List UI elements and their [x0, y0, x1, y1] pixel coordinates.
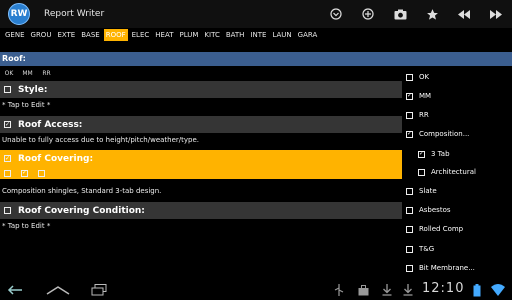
tab-gara[interactable]: GARA	[296, 29, 320, 41]
checkbox-rr[interactable]	[38, 169, 45, 177]
option-label: T&G	[419, 245, 435, 253]
option-checkbox[interactable]	[406, 225, 413, 233]
option-label: Architectural	[431, 168, 476, 176]
app-logo-icon: RW	[8, 3, 30, 25]
option-label: Slate	[419, 187, 437, 195]
option-item[interactable]: Asbestos	[406, 204, 451, 216]
recent-apps-icon[interactable]	[88, 284, 110, 296]
tab-laun[interactable]: LAUN	[270, 29, 293, 41]
option-item[interactable]: RR	[406, 109, 429, 121]
briefcase-icon	[356, 284, 370, 296]
tab-grou[interactable]: GROU	[29, 29, 54, 41]
tab-roof[interactable]: ROOF	[103, 29, 128, 41]
option-label: Composition...	[419, 130, 470, 138]
section-header: Roof:	[0, 52, 512, 66]
item-text[interactable]: * Tap to Edit *	[2, 222, 50, 230]
option-label: Rolled Comp	[419, 225, 464, 233]
tab-exte[interactable]: EXTE	[55, 29, 77, 41]
options-list: OK ✓ MM RR ✓ Composition... ✓ 3 Tab Architectura…	[402, 68, 512, 280]
option-checkbox[interactable]	[406, 264, 413, 272]
option-checkbox[interactable]: ✓	[406, 92, 413, 100]
option-label: OK	[419, 73, 430, 81]
tab-bath[interactable]: BATH	[224, 29, 247, 41]
column-header-rr: RR	[42, 70, 51, 77]
tab-gene[interactable]: GENE	[3, 29, 27, 41]
tab-heat[interactable]: HEAT	[153, 29, 175, 41]
download-icon	[401, 284, 415, 296]
option-item[interactable]: OK	[406, 71, 429, 83]
system-clock: 12:10	[422, 281, 465, 296]
option-checkbox[interactable]	[406, 187, 413, 195]
wifi-icon	[490, 284, 506, 296]
app-title: Report Writer	[44, 9, 105, 19]
category-tabs: GENE GROU EXTE BASE ROOF ELEC HEAT PLUM KITC BATH…	[0, 28, 512, 42]
report-items-pane: OK MM RR Style: * Tap to Edit * ✓ Roof A…	[0, 68, 402, 280]
tab-plum[interactable]: PLUM	[177, 29, 200, 41]
item-header-roof-access[interactable]: ✓ Roof Access:	[0, 116, 402, 133]
tab-kitc[interactable]: KITC	[202, 29, 221, 41]
option-checkbox[interactable]: ✓	[406, 130, 413, 138]
option-label: RR	[419, 111, 429, 119]
item-title: Roof Covering:	[18, 153, 94, 164]
option-label: 3 Tab	[431, 150, 450, 158]
item-text[interactable]: * Tap to Edit *	[2, 101, 50, 109]
back-icon[interactable]	[44, 284, 72, 296]
option-checkbox[interactable]: ✓	[418, 150, 425, 158]
action-bar	[320, 0, 512, 28]
item-text[interactable]: Unable to fully access due to height/pit…	[2, 136, 199, 144]
option-item[interactable]: Rolled Comp	[406, 223, 463, 235]
option-checkbox[interactable]	[406, 206, 413, 214]
option-label: Asbestos	[419, 206, 451, 214]
tab-base[interactable]: BASE	[79, 29, 101, 41]
item-text[interactable]: Composition shingles, Standard 3-tab des…	[2, 187, 161, 195]
tab-elec[interactable]: ELEC	[130, 29, 152, 41]
fast-forward-icon[interactable]	[480, 0, 512, 28]
option-checkbox[interactable]	[406, 111, 413, 119]
checkbox-ok[interactable]	[4, 169, 11, 177]
title-bar: RW Report Writer	[0, 0, 512, 28]
checkbox-mm[interactable]: ✓	[21, 169, 28, 177]
option-item[interactable]: Architectural	[418, 166, 476, 178]
item-header-roof-covering[interactable]: ✓ Roof Covering:	[0, 150, 402, 167]
column-headers: OK MM RR	[0, 70, 56, 80]
option-checkbox[interactable]	[418, 168, 425, 176]
option-item[interactable]: ✓ Composition...	[406, 128, 469, 140]
hide-keyboard-icon[interactable]	[6, 284, 24, 296]
download-icon	[380, 284, 394, 296]
item-checkbox[interactable]: ✓	[4, 155, 11, 162]
tab-inte[interactable]: INTE	[248, 29, 268, 41]
option-item[interactable]: ✓ 3 Tab	[418, 148, 450, 160]
option-item[interactable]: ✓ MM	[406, 90, 431, 102]
item-title: Roof Access:	[18, 119, 83, 130]
item-checkbox[interactable]	[4, 86, 11, 93]
item-title: Roof Covering Condition:	[18, 205, 145, 216]
option-checkbox[interactable]	[406, 73, 413, 81]
star-icon[interactable]	[416, 0, 448, 28]
column-header-mm: MM	[22, 70, 33, 77]
item-header-style[interactable]: Style:	[0, 81, 402, 98]
option-item[interactable]: Slate	[406, 185, 437, 197]
add-icon[interactable]	[352, 0, 384, 28]
option-label: Bit Membrane...	[419, 264, 475, 272]
camera-icon[interactable]	[384, 0, 416, 28]
option-item[interactable]: Bit Membrane...	[406, 262, 475, 274]
option-label: MM	[419, 92, 432, 100]
item-header-roof-covering-condition[interactable]: Roof Covering Condition:	[0, 202, 402, 219]
condition-checkboxes: ✓	[0, 167, 402, 179]
item-checkbox[interactable]: ✓	[4, 121, 11, 128]
option-item[interactable]: T&G	[406, 243, 434, 255]
rewind-icon[interactable]	[448, 0, 480, 28]
battery-icon	[470, 283, 484, 296]
option-checkbox[interactable]	[406, 245, 413, 253]
item-checkbox[interactable]	[4, 207, 11, 214]
dropdown-icon[interactable]	[320, 0, 352, 28]
usb-icon	[332, 284, 346, 296]
column-header-ok: OK	[4, 70, 14, 77]
item-title: Style:	[18, 84, 48, 95]
